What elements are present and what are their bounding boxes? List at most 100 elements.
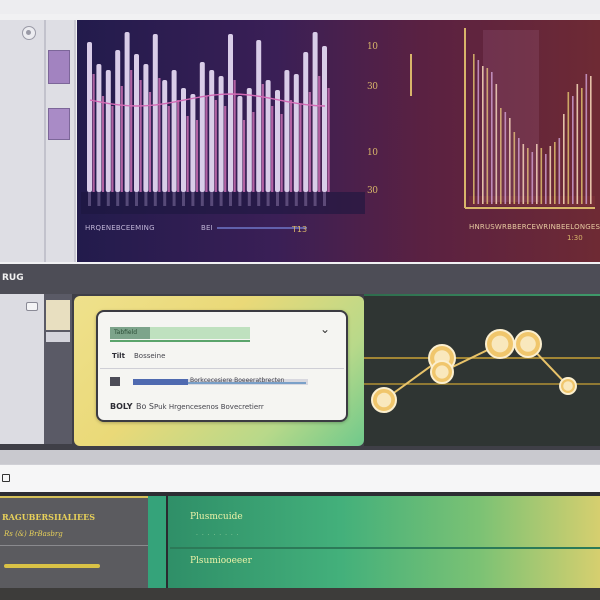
bar-chart-card: 10 30 10 30 HRQENEBCEEMING BEI T13 HNRUS… xyxy=(77,20,600,262)
bar-primary xyxy=(181,88,186,192)
bottom-left-subtitle: Rs (&) BrBasbrg xyxy=(4,530,63,538)
bar-secondary xyxy=(299,104,302,192)
bar-reflection xyxy=(200,192,204,206)
right-bar xyxy=(572,96,574,204)
bottom-right-divider xyxy=(170,547,600,549)
bar-secondary xyxy=(111,106,114,192)
chart-right-caption: HNRUSWRBBERCEWRINBEELONGES xyxy=(469,223,600,231)
bar-secondary xyxy=(148,92,152,192)
bar-reflection xyxy=(238,192,242,206)
bar-secondary xyxy=(261,84,264,192)
bottom-toolbar xyxy=(0,464,600,492)
bar-reflection xyxy=(247,192,251,206)
bar-secondary xyxy=(101,96,105,192)
bottom-left-card[interactable] xyxy=(0,496,148,588)
bar-reflection xyxy=(172,192,176,206)
bottom-right-subtitle: Plsumiooeeer xyxy=(190,556,252,566)
bar-primary xyxy=(228,34,233,192)
chevron-down-icon[interactable]: ⌄ xyxy=(318,322,332,336)
bar-primary xyxy=(152,34,158,192)
bar-reflection xyxy=(144,192,148,206)
bar-reflection xyxy=(323,192,326,206)
bar-secondary xyxy=(318,76,321,192)
bar-reflection xyxy=(266,192,270,206)
section-bar xyxy=(0,264,600,294)
bar-primary xyxy=(124,32,130,192)
chart-left-caption: HRQENEBCEEMING xyxy=(85,224,155,232)
bar-primary xyxy=(293,74,299,192)
right-bar xyxy=(567,92,570,204)
axis-label-low: 10 xyxy=(367,148,378,158)
bar-secondary xyxy=(327,88,330,192)
bar-primary xyxy=(190,94,196,192)
bar-primary xyxy=(218,76,224,192)
bar-reflection xyxy=(106,192,110,206)
bar-reflection xyxy=(125,192,129,206)
form-row-2-selected[interactable] xyxy=(133,379,188,385)
right-bar xyxy=(540,148,543,204)
bar-secondary xyxy=(214,100,217,192)
bar-primary xyxy=(162,80,168,192)
right-bar xyxy=(549,146,552,204)
bottom-gap xyxy=(0,450,600,464)
bar-secondary xyxy=(139,80,142,192)
bar-secondary xyxy=(308,92,311,192)
header-field-label: Tabfield xyxy=(114,329,138,336)
checkbox-icon[interactable] xyxy=(2,474,10,482)
right-highlight xyxy=(483,30,539,202)
bar-primary xyxy=(143,64,149,192)
right-bar xyxy=(585,74,588,204)
form-divider xyxy=(100,368,344,369)
bar-reflection xyxy=(191,192,195,206)
mini-tile[interactable] xyxy=(46,300,70,330)
bar-primary xyxy=(246,88,252,192)
bar-secondary xyxy=(280,114,283,192)
right-bar xyxy=(545,154,547,204)
bar-secondary xyxy=(186,116,189,192)
form-row-3-tail: Puk Hrgencesenos Bovecretierr xyxy=(154,403,264,411)
line-chart-panel xyxy=(364,296,600,446)
axis-label-bottom: 30 xyxy=(367,186,378,196)
color-swatch-1[interactable] xyxy=(48,50,70,84)
bottom-base xyxy=(0,588,600,600)
bar-reflection xyxy=(219,192,223,206)
bar-reflection xyxy=(163,192,167,206)
bottom-right-card[interactable] xyxy=(166,496,600,588)
right-bar xyxy=(473,54,475,204)
bar-reflection xyxy=(116,192,120,206)
form-row-3-value: Bo S xyxy=(136,402,155,411)
form-row-2-value: Borkcecesiere Boeeeratbrecten xyxy=(190,377,285,384)
bar-primary xyxy=(265,80,271,192)
bottom-left-title: RAGUBERSIIALIEES xyxy=(2,512,95,522)
bar-secondary xyxy=(224,106,227,192)
right-bar xyxy=(576,84,579,204)
bar-primary xyxy=(312,32,318,192)
form-row-2-icon xyxy=(110,377,120,386)
bottom-right-title: Plusmcuide xyxy=(190,512,243,522)
window-icon[interactable] xyxy=(26,302,38,311)
mini-tile-2[interactable] xyxy=(46,332,70,342)
bar-primary xyxy=(303,52,309,192)
gear-icon[interactable] xyxy=(22,26,36,40)
bar-secondary xyxy=(271,106,274,192)
bar-reflection xyxy=(229,192,232,206)
bar-secondary xyxy=(177,100,180,192)
right-bar xyxy=(563,114,565,204)
bar-reflection xyxy=(153,192,157,206)
bar-primary xyxy=(105,70,111,192)
bar-primary xyxy=(171,70,177,192)
bar-primary xyxy=(134,54,139,192)
right-bar xyxy=(554,142,556,204)
bar-primary xyxy=(237,96,243,192)
bar-primary xyxy=(256,40,262,192)
bar-secondary xyxy=(242,120,246,192)
chart-right-corner: 1:30 xyxy=(567,234,583,242)
bottom-right-dots: · · · · · · · · xyxy=(196,532,240,539)
color-swatch-2[interactable] xyxy=(48,108,70,140)
bottom-separator xyxy=(148,496,166,588)
chart-reflection xyxy=(81,192,365,214)
top-strip xyxy=(0,0,600,14)
right-bar xyxy=(477,60,480,204)
bar-primary xyxy=(322,46,327,192)
line-node-core xyxy=(435,365,449,379)
